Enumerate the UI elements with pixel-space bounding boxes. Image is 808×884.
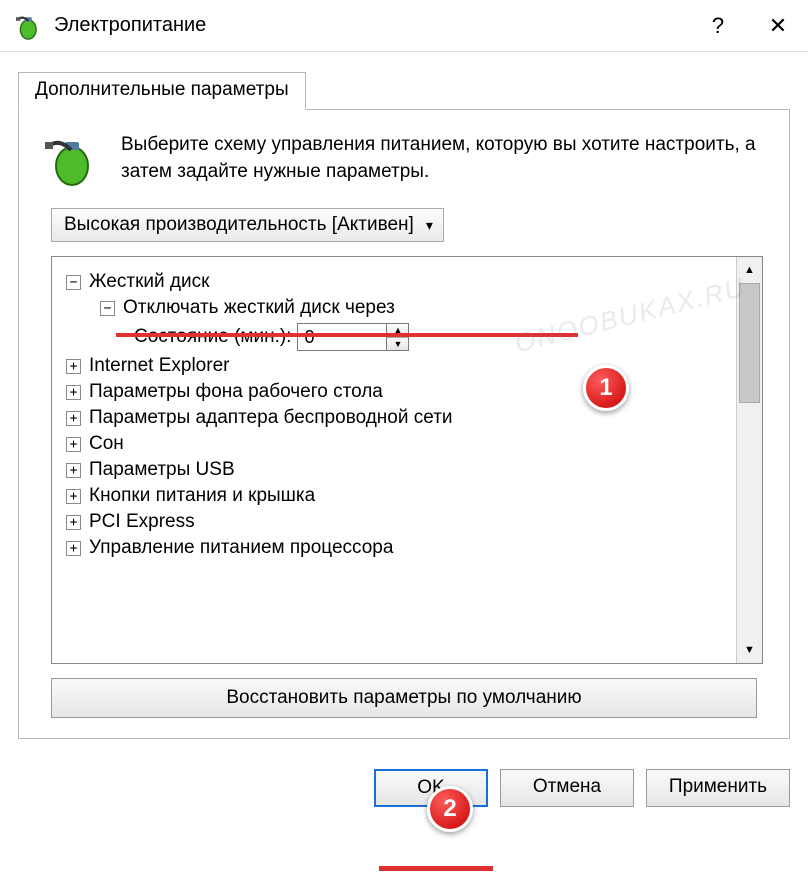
chevron-down-icon: ▾ xyxy=(426,217,433,234)
expand-toggle[interactable]: + xyxy=(66,359,81,374)
scroll-thumb[interactable] xyxy=(739,283,760,403)
tree-item-desktop-bg[interactable]: Параметры фона рабочего стола xyxy=(89,381,383,403)
expand-toggle[interactable]: + xyxy=(66,437,81,452)
help-button[interactable]: ? xyxy=(688,2,748,50)
scroll-track[interactable] xyxy=(737,403,762,637)
apply-button[interactable]: Применить xyxy=(646,769,790,807)
highlight-underline-ok xyxy=(379,866,493,871)
state-minutes-input[interactable] xyxy=(297,323,387,351)
power-icon xyxy=(16,12,44,40)
scroll-down-icon[interactable]: ▼ xyxy=(737,637,762,663)
tree-item-hard-disk[interactable]: Жесткий диск xyxy=(89,271,209,293)
scroll-up-icon[interactable]: ▲ xyxy=(737,257,762,283)
tree-item-pci[interactable]: PCI Express xyxy=(89,511,195,533)
settings-tree: −Жесткий диск −Отключать жесткий диск че… xyxy=(51,256,763,664)
tab-advanced-settings[interactable]: Дополнительные параметры xyxy=(18,72,306,110)
spinner: ▲ ▼ xyxy=(387,323,409,351)
restore-defaults-button[interactable]: Восстановить параметры по умолчанию xyxy=(51,678,757,718)
expand-toggle[interactable]: + xyxy=(66,411,81,426)
expand-toggle[interactable]: + xyxy=(66,385,81,400)
tree-item-usb[interactable]: Параметры USB xyxy=(89,459,235,481)
expand-toggle[interactable]: + xyxy=(66,489,81,504)
expand-toggle[interactable]: + xyxy=(66,515,81,530)
window-title: Электропитание xyxy=(54,14,688,37)
callout-badge-2: 2 xyxy=(427,786,473,832)
power-plan-dropdown[interactable]: Высокая производительность [Активен] ▾ xyxy=(51,208,444,242)
titlebar: Электропитание ? ✕ xyxy=(0,0,808,52)
highlight-underline-1 xyxy=(116,333,578,337)
tree-item-sleep[interactable]: Сон xyxy=(89,433,124,455)
spinner-down[interactable]: ▼ xyxy=(387,338,408,351)
cancel-button[interactable]: Отмена xyxy=(500,769,634,807)
battery-icon xyxy=(45,132,99,186)
expand-toggle[interactable]: + xyxy=(66,541,81,556)
tree-item-wifi[interactable]: Параметры адаптера беспроводной сети xyxy=(89,407,453,429)
power-plan-label: Высокая производительность [Активен] xyxy=(64,214,414,236)
collapse-toggle[interactable]: − xyxy=(66,275,81,290)
close-button[interactable]: ✕ xyxy=(748,2,808,50)
state-label: Состояние (мин.): xyxy=(134,326,291,348)
collapse-toggle[interactable]: − xyxy=(100,301,115,316)
tree-item-turn-off-disk[interactable]: Отключать жесткий диск через xyxy=(123,297,395,319)
state-row: Состояние (мин.): ▲ ▼ xyxy=(134,323,728,351)
dialog-footer: OK Отмена Применить xyxy=(0,753,808,823)
tree-item-ie[interactable]: Internet Explorer xyxy=(89,355,229,377)
callout-badge-1: 1 xyxy=(583,365,629,411)
expand-toggle[interactable]: + xyxy=(66,463,81,478)
tree-item-buttons-lid[interactable]: Кнопки питания и крышка xyxy=(89,485,315,507)
intro-text: Выберите схему управления питанием, кото… xyxy=(121,132,763,186)
tab-panel: Выберите схему управления питанием, кото… xyxy=(18,109,790,739)
tree-item-cpu[interactable]: Управление питанием процессора xyxy=(89,537,393,559)
tree-scrollbar[interactable]: ▲ ▼ xyxy=(736,257,762,663)
